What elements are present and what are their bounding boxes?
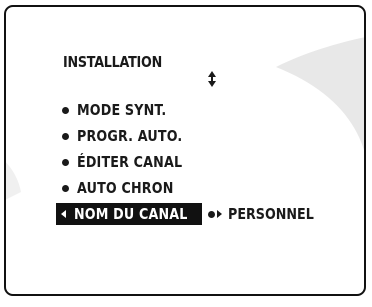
dot-icon [208,210,215,218]
menu-title: INSTALLATION [63,53,162,71]
bullet-icon [62,184,69,192]
tv-screen-frame: INSTALLATION MODE SYNT. PROGR. AUTO. ÉDI… [4,5,366,296]
bullet-icon [62,158,69,166]
menu-item-nom-du-canal[interactable]: NOM DU CANAL PERSONNEL [56,201,333,227]
menu-item-progr-auto[interactable]: PROGR. AUTO. [56,123,333,149]
bullet-icon [62,106,69,114]
tv-osd-screenshot: INSTALLATION MODE SYNT. PROGR. AUTO. ÉDI… [0,0,372,307]
selected-value: PERSONNEL [228,205,314,223]
menu-item-auto-chron[interactable]: AUTO CHRON [56,175,333,201]
right-triangle-icon [217,210,222,218]
left-triangle-icon [61,210,66,218]
menu-item-label: PROGR. AUTO. [77,127,183,145]
menu-item-label: AUTO CHRON [77,179,174,197]
glare-left [6,162,21,200]
menu-item-label: ÉDITER CANAL [77,153,183,171]
menu-item-label: MODE SYNT. [77,101,167,119]
menu-list: MODE SYNT. PROGR. AUTO. ÉDITER CANAL AUT… [56,97,333,227]
bullet-icon [62,132,69,140]
selected-value-group[interactable]: PERSONNEL [208,205,333,223]
selected-highlight[interactable]: NOM DU CANAL [56,203,202,225]
selected-item-label: NOM DU CANAL [74,205,188,223]
up-down-arrow-icon [208,71,216,87]
menu-item-editer-canal[interactable]: ÉDITER CANAL [56,149,333,175]
menu-item-mode-synt[interactable]: MODE SYNT. [56,97,333,123]
